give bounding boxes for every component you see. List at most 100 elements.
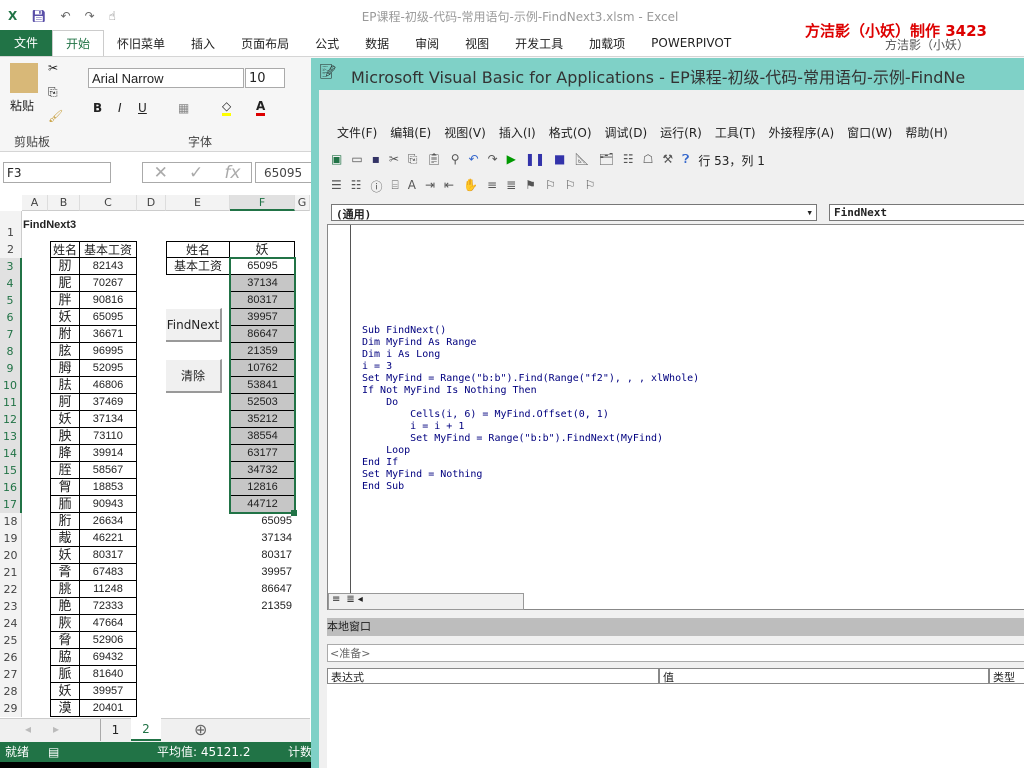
name-cell[interactable]: 脄	[50, 615, 80, 632]
save-icon[interactable]: ▪	[372, 152, 380, 169]
next-bookmark-icon[interactable]: ⚐	[545, 178, 556, 195]
salary-cell[interactable]: 65095	[80, 309, 137, 326]
salary-cell[interactable]: 18853	[80, 479, 137, 496]
design-mode-icon[interactable]: 📐︎	[574, 152, 589, 169]
redo-icon[interactable]: ↷	[488, 152, 498, 169]
salary-cell[interactable]: 47664	[80, 615, 137, 632]
font-size-select[interactable]: 10	[245, 68, 285, 88]
name-cell[interactable]: 胵	[50, 462, 80, 479]
indent-icon[interactable]: ⇥	[425, 178, 435, 195]
row-header[interactable]: 23	[0, 598, 22, 615]
previous-bookmark-icon[interactable]: ⚐	[565, 178, 576, 195]
menu-item[interactable]: 窗口(W)	[847, 124, 892, 141]
row-header[interactable]: 25	[0, 632, 22, 649]
row-header[interactable]: 1	[0, 211, 22, 241]
help-icon[interactable]: ❓︎	[682, 152, 689, 169]
header-salary[interactable]: 基本工资	[80, 241, 137, 258]
list-constants-icon[interactable]: ☷	[351, 178, 362, 195]
salary-cell[interactable]: 37469	[80, 394, 137, 411]
save-icon[interactable]: 💾︎	[31, 9, 46, 23]
ribbon-tab[interactable]: 页面布局	[228, 35, 302, 52]
menu-item[interactable]: 运行(R)	[660, 124, 702, 141]
row-header[interactable]: 5	[0, 292, 22, 309]
row-header[interactable]: 21	[0, 564, 22, 581]
row-header[interactable]: 17	[0, 496, 22, 513]
run-icon[interactable]: ▶	[507, 152, 516, 169]
name-cell[interactable]: 胟	[50, 360, 80, 377]
menu-item[interactable]: 插入(I)	[499, 124, 536, 141]
name-cell[interactable]: 胮	[50, 445, 80, 462]
salary-cell[interactable]: 73110	[80, 428, 137, 445]
row-header[interactable]: 15	[0, 462, 22, 479]
clear-button[interactable]: 清除	[166, 359, 222, 393]
name-cell[interactable]: 胕	[50, 326, 80, 343]
find-icon[interactable]: ⚲	[451, 152, 460, 169]
menu-item[interactable]: 视图(V)	[444, 124, 486, 141]
paste-icon[interactable]	[10, 63, 38, 93]
object-dropdown[interactable]: (通用) ▾	[331, 204, 817, 221]
salary-cell[interactable]: 80317	[80, 547, 137, 564]
outdent-icon[interactable]: ⇤	[444, 178, 454, 195]
result-cell[interactable]: 63177	[230, 445, 295, 462]
salary-cell[interactable]: 39914	[80, 445, 137, 462]
column-header[interactable]: G	[295, 195, 310, 211]
row-header[interactable]: 9	[0, 360, 22, 377]
name-cell[interactable]: 脁	[50, 581, 80, 598]
clear-bookmarks-icon[interactable]: ⚐	[584, 178, 595, 195]
salary-cell[interactable]: 46806	[80, 377, 137, 394]
cut-icon[interactable]: ✂	[48, 61, 58, 75]
reset-icon[interactable]: ■	[554, 152, 565, 169]
column-header[interactable]: E	[166, 195, 230, 211]
ribbon-tab[interactable]: 数据	[352, 35, 402, 52]
touch-mode-icon[interactable]: ☝	[109, 9, 116, 23]
fill-handle[interactable]	[291, 510, 297, 516]
row-header[interactable]: 11	[0, 394, 22, 411]
name-cell[interactable]: 胦	[50, 428, 80, 445]
result-cell[interactable]: 37134	[230, 275, 295, 292]
row-header[interactable]: 19	[0, 530, 22, 547]
name-cell[interactable]: 胢	[50, 394, 80, 411]
row-header[interactable]: 16	[0, 479, 22, 496]
name-cell[interactable]: 胷	[50, 479, 80, 496]
properties-icon[interactable]: ☷	[623, 152, 634, 169]
salary-cell[interactable]: 58567	[80, 462, 137, 479]
menu-item[interactable]: 编辑(E)	[390, 124, 431, 141]
ribbon-tab[interactable]: 加载项	[576, 35, 638, 52]
menu-item[interactable]: 帮助(H)	[905, 124, 947, 141]
result-cell[interactable]: 21359	[230, 598, 295, 615]
column-header[interactable]: F	[230, 195, 295, 211]
name-cell[interactable]: 胖	[50, 292, 80, 309]
cut-icon[interactable]: ✂	[389, 152, 399, 169]
chevron-down-icon[interactable]: ▾	[806, 206, 813, 219]
salary-cell[interactable]: 82143	[80, 258, 137, 275]
bold-button[interactable]: B	[93, 101, 102, 115]
user-name[interactable]: 方洁影（小妖）	[885, 36, 969, 53]
name-cell[interactable]: 脃	[50, 598, 80, 615]
row-header[interactable]: 29	[0, 700, 22, 717]
add-sheet-icon[interactable]: ⊕	[194, 720, 207, 739]
procedure-view-icon[interactable]: ≡	[329, 594, 343, 605]
toolbox-icon[interactable]: ⚒	[662, 152, 673, 169]
menu-item[interactable]: 格式(O)	[549, 124, 592, 141]
sheet-tab-1[interactable]: 1	[100, 719, 130, 741]
name-cell[interactable]: 胒	[50, 275, 80, 292]
name-cell[interactable]: 肕	[50, 258, 80, 275]
result-cell[interactable]: 10762	[230, 360, 295, 377]
paste-icon[interactable]: 📋︎	[427, 152, 442, 169]
menu-item[interactable]: 工具(T)	[715, 124, 756, 141]
code-editor[interactable]: Sub FindNext() Dim MyFind As Range Dim i…	[362, 325, 699, 493]
cancel-icon[interactable]: ✕	[154, 163, 168, 183]
lookup-salary-label[interactable]: 基本工资	[166, 258, 230, 275]
ribbon-tab[interactable]: 视图	[452, 35, 502, 52]
column-header[interactable]: C	[80, 195, 137, 211]
font-name-select[interactable]: Arial Narrow	[88, 68, 244, 88]
name-cell[interactable]: 胠	[50, 377, 80, 394]
salary-cell[interactable]: 20401	[80, 700, 137, 717]
formula-input[interactable]: 65095	[255, 162, 315, 183]
name-cell[interactable]: 脀	[50, 564, 80, 581]
col-value[interactable]: 值	[659, 668, 989, 684]
ribbon-tab[interactable]: 文件	[0, 30, 53, 56]
name-cell[interactable]: 妖	[50, 547, 80, 564]
undo-icon[interactable]: ↶	[61, 9, 71, 23]
salary-cell[interactable]: 52906	[80, 632, 137, 649]
